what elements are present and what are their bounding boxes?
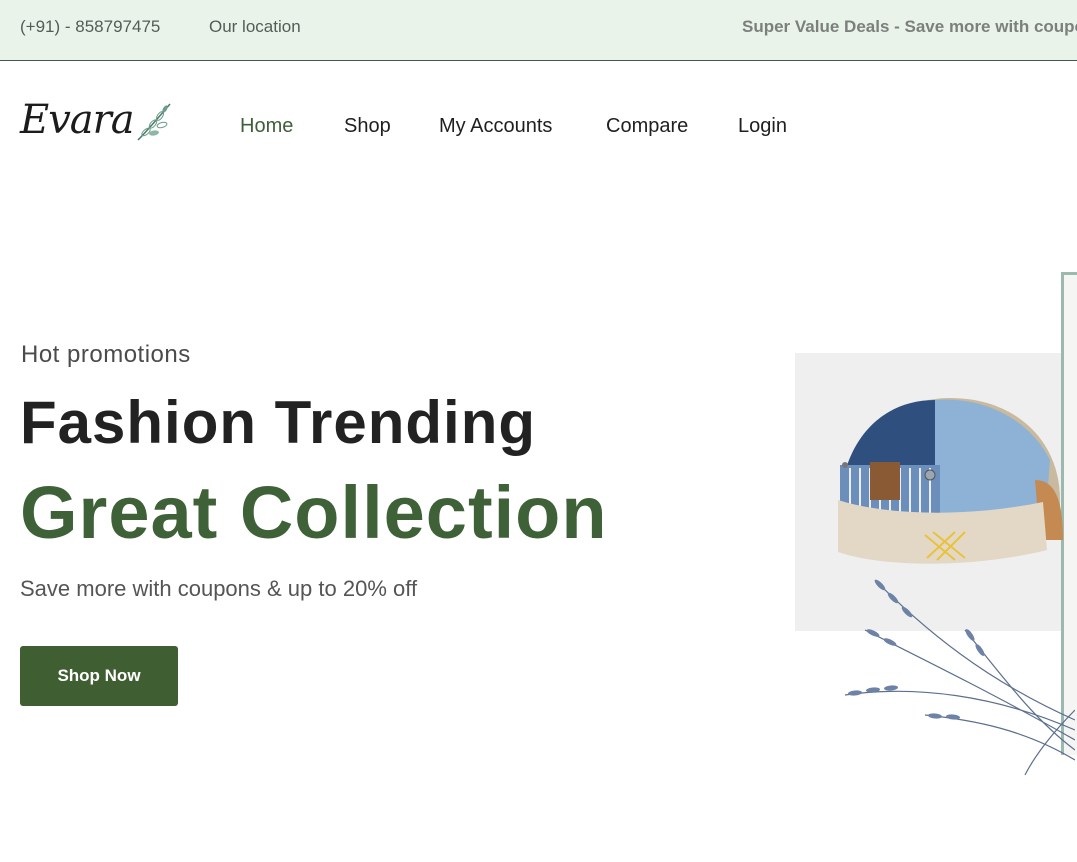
logo[interactable]: Evara <box>20 97 172 149</box>
deals-banner-text: Super Value Deals - Save more with coupo… <box>742 17 1077 36</box>
hero-title-line2: Great Collection <box>20 471 608 554</box>
hero-image <box>795 270 1077 780</box>
cap-image <box>838 398 1063 564</box>
shop-now-button[interactable]: Shop Now <box>20 646 178 706</box>
top-bar: (+91) - 858797475 Our location Super Val… <box>0 0 1077 61</box>
hero-description: Save more with coupons & up to 20% off <box>20 576 418 601</box>
lavender-sprig-illustration <box>844 579 1075 776</box>
hero-subtitle: Hot promotions <box>21 341 191 368</box>
hero-title-line1: Fashion Trending <box>20 389 537 456</box>
nav-login[interactable]: Login <box>738 115 787 138</box>
logo-text: Evara <box>20 97 135 143</box>
nav-home[interactable]: Home <box>240 115 293 138</box>
nav-compare[interactable]: Compare <box>606 115 688 138</box>
leaf-icon <box>137 103 171 141</box>
nav-my-accounts[interactable]: My Accounts <box>439 115 552 138</box>
location-link[interactable]: Our location <box>209 17 301 37</box>
phone-number[interactable]: (+91) - 858797475 <box>20 17 160 37</box>
nav-shop[interactable]: Shop <box>344 115 391 138</box>
